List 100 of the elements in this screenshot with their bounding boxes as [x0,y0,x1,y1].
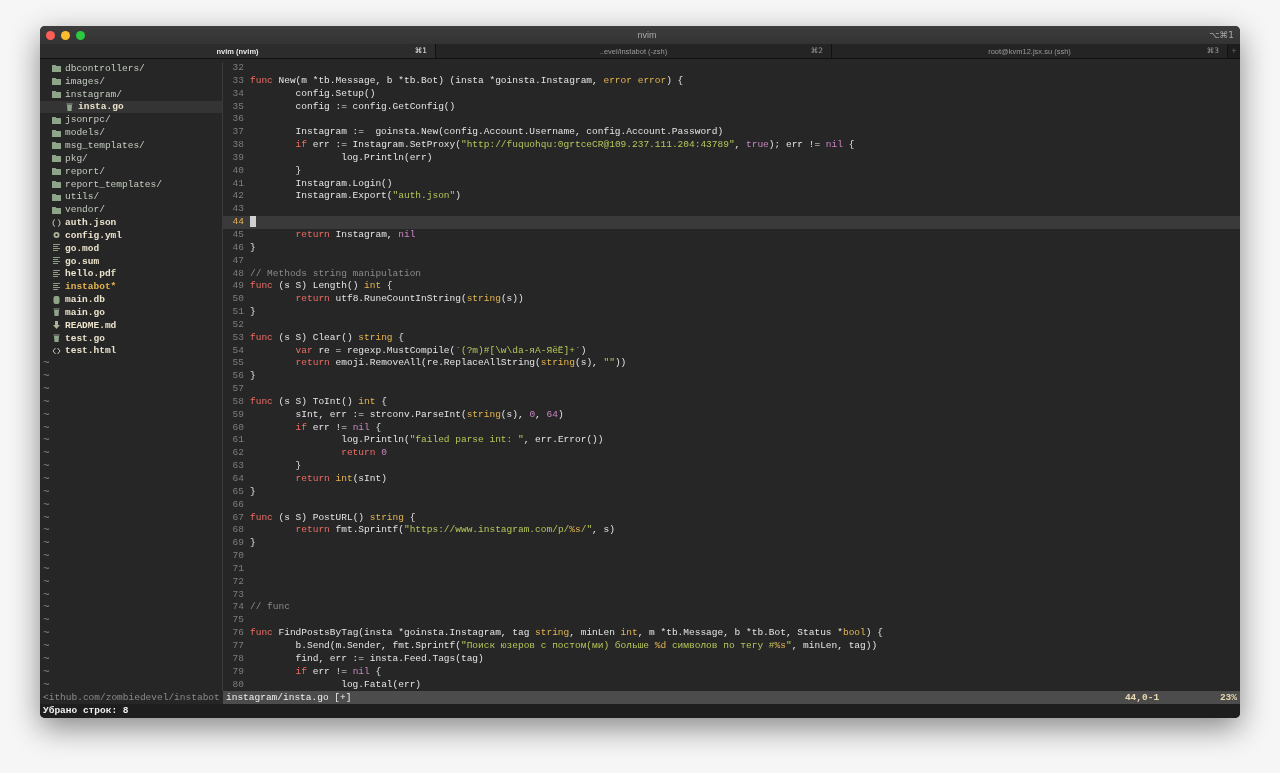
empty-line-marker: ~ [42,460,50,473]
line-number: 45 [231,228,245,242]
file-tree-item[interactable]: test.go [40,331,222,345]
line-number: 37 [231,126,245,140]
document-lines-icon [52,257,61,266]
empty-line-marker: ~ [42,537,50,551]
bin-icon [65,102,74,111]
empty-line-marker: ~ [42,678,50,692]
empty-line-marker: ~ [42,395,50,409]
line-number: 44 [231,216,245,229]
empty-line-marker: ~ [42,588,50,602]
line-number: 48 [231,267,245,281]
line-number: 43 [231,203,245,217]
line-number: 62 [231,447,245,461]
code-line: b.Send(m.Sender, fmt.Sprintf("Поиск юзеров с постом(ми) больше %d символов по тегу #%s", minLen, tag)) [294,639,878,653]
file-tree-item[interactable]: msg_templates/ [40,139,222,152]
code-line: } [294,460,302,473]
empty-line-marker: ~ [42,614,50,628]
file-tree-item[interactable]: images/ [40,74,222,88]
line-number: 52 [231,318,245,332]
code-line: } [250,370,256,384]
file-tree-item[interactable]: report/ [40,164,222,178]
gear-icon [52,231,61,240]
code-line: func (s S) Length() int { [250,280,393,294]
line-number: 75 [231,614,245,628]
line-number: 41 [231,177,245,191]
file-tree-item[interactable]: test.html [40,344,222,358]
code-line: } [250,537,256,551]
line-number: 74 [231,601,245,615]
code-line: config := config.GetConfig() [294,100,456,114]
file-tree-item[interactable]: utils/ [40,190,222,204]
line-number: 40 [231,164,245,178]
line-number: 56 [231,370,245,384]
file-tree-item[interactable]: hello.pdf [40,267,222,281]
empty-line-marker: ~ [42,550,50,563]
file-tree-item[interactable]: pkg/ [40,151,222,165]
empty-line-marker: ~ [42,473,50,486]
line-number: 51 [231,306,245,319]
line-number: 72 [231,575,245,589]
code-line: var re = regexp.MustCompile(`(?m)#[\w\dа-яА-ЯёЁ]+`) [294,344,587,358]
line-number: 73 [231,588,245,602]
file-tree-item[interactable]: models/ [40,126,222,140]
file-tree-item[interactable]: main.db [40,293,222,307]
empty-line-marker: ~ [42,357,50,371]
code-line: func (s S) ToInt() int { [250,395,387,409]
line-number: 69 [231,537,245,551]
code-line: find, err := insta.Feed.Tags(tag) [294,652,484,666]
file-tree-item[interactable]: insta.go [40,100,222,114]
bin-icon [52,308,61,317]
line-number: 61 [231,434,245,448]
line-number: 70 [231,550,245,563]
file-tree-item[interactable]: README.md [40,318,222,332]
document-lines-icon [52,282,61,291]
empty-line-marker: ~ [42,421,50,435]
line-number: 47 [231,254,245,268]
empty-line-marker: ~ [42,524,50,538]
code-line: // Methods string manipulation [250,267,422,281]
code-line: func FindPostsByTag(insta *goinsta.Instagram, tag string, minLen int, m *tb.Message, b *tb.Bot, Status *bool) { [250,627,883,640]
line-number: 77 [231,639,245,653]
code-line: config.Setup() [294,87,376,101]
code-line: if err != nil { [294,421,382,435]
line-number: 59 [231,408,245,422]
empty-line-marker: ~ [42,562,50,576]
line-number: 53 [231,331,245,345]
file-tree-item[interactable]: jsonrpc/ [40,113,222,127]
line-number: 78 [231,652,245,666]
file-tree-item[interactable]: go.sum [40,254,222,268]
empty-line-marker: ~ [42,408,50,422]
file-tree-item[interactable]: auth.json [40,216,222,229]
file-tree-item[interactable]: instabot* [40,280,222,294]
file-name: instagram/insta.go [+] [225,692,353,703]
line-number: 60 [231,421,245,435]
code-line: } [250,241,256,255]
empty-line-marker: ~ [42,665,50,679]
line-number: 50 [231,293,245,307]
empty-line-marker: ~ [42,601,50,615]
empty-line-marker: ~ [42,575,50,589]
file-tree-item[interactable]: main.go [40,306,222,319]
empty-line-marker: ~ [42,627,50,640]
code-line: } [250,485,256,499]
code-line: Instagram.Login() [294,177,393,191]
file-tree-item[interactable]: config.yml [40,228,222,242]
file-tree-item[interactable]: report_templates/ [40,177,222,191]
code-line: log.Fatal(err) [340,678,422,692]
line-number: 64 [231,473,245,486]
code-line: Instagram.Export("auth.json") [294,190,461,204]
document-lines-icon [52,269,61,278]
line-number: 67 [231,511,245,525]
status-message: Убрано строк: 8 [40,704,1240,718]
file-tree-item[interactable]: vendor/ [40,203,222,217]
line-number: 57 [231,383,245,396]
empty-line-marker: ~ [42,498,50,512]
file-tree-item[interactable]: go.mod [40,241,222,255]
code-line: sInt, err := strconv.ParseInt(string(s), 0, 64) [294,408,564,422]
code-line: if err := Instagram.SetProxy("http://fuquohqu:0grtceCR@109.237.111.204:43789", true); err != nil { [294,139,855,152]
line-number: 65 [231,485,245,499]
empty-line-marker: ~ [42,639,50,653]
text-cursor [250,216,256,228]
file-tree-item[interactable]: instagram/ [40,87,222,101]
file-tree-item[interactable]: dbcontrollers/ [40,62,222,75]
